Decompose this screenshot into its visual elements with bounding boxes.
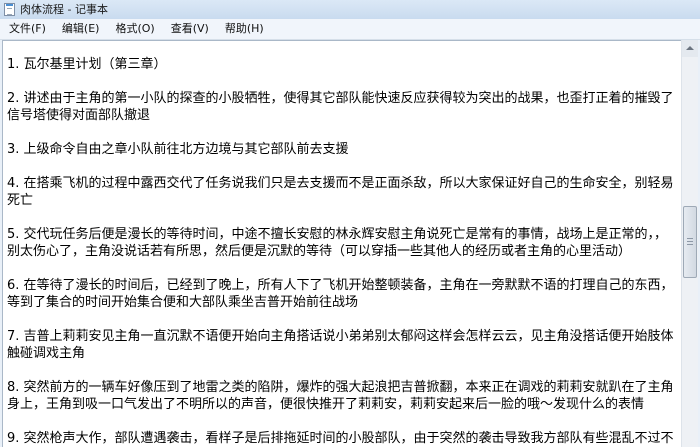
paragraph: 1. 瓦尔基里计划（第三章） [7,57,167,72]
paragraph: 7. 吉普上莉莉安见主角一直沉默不语便开始向主角搭话说小弟弟别太郁闷这样会怎样云… [7,329,674,361]
notepad-app-icon[interactable] [4,3,15,16]
text-editor-area[interactable]: 1. 瓦尔基里计划（第三章） 2. 讲述由于主角的第一小队的探查的小股牺牲，使得… [2,40,681,447]
title-bar[interactable]: 肉体流程 - 记事本 [0,0,700,20]
menu-help[interactable]: 帮助(H) [219,20,270,38]
menu-format[interactable]: 格式(O) [109,20,160,38]
grip-line [687,244,693,245]
document-text: 1. 瓦尔基里计划（第三章） 2. 讲述由于主角的第一小队的探查的小股牺牲，使得… [7,41,679,447]
scroll-thumb[interactable] [683,206,697,278]
paragraph: 3. 上级命令自由之章小队前往北方边境与其它部队前去支援 [7,142,349,157]
scroll-up-button[interactable] [682,40,698,57]
notepad-window: 肉体流程 - 记事本 文件(F) 编辑(E) 格式(O) 查看(V) 帮助(H)… [0,0,700,447]
paragraph: 2. 讲述由于主角的第一小队的探查的小股牺牲，使得其它部队能快速反应获得较为突出… [7,91,674,123]
chevron-up-icon [686,46,694,50]
grip-line [687,238,693,239]
vertical-scrollbar[interactable] [681,40,698,447]
paragraph: 4. 在搭乘飞机的过程中露西交代了任务说我们只是去支援而不是正面杀敌，所以大家保… [7,176,674,208]
menu-bar: 文件(F) 编辑(E) 格式(O) 查看(V) 帮助(H) [0,19,700,40]
menu-view[interactable]: 查看(V) [165,20,215,38]
paragraph: 9. 突然枪声大作，部队遭遇袭击，看样子是后排拖延时间的小股部队，由于突然的袭击… [7,431,674,446]
paragraph: 8. 突然前方的一辆车好像压到了地雷之类的陷阱，爆炸的强大起浪把吉普掀翻，本来正… [7,380,674,412]
paragraph: 5. 交代玩任务后便是漫长的等待时间，中途不擅长安慰的林永辉安慰主角说死亡是常有… [7,227,668,259]
grip-line [687,241,693,242]
menu-file[interactable]: 文件(F) [3,20,52,38]
paragraph: 6. 在等待了漫长的时间后，已经到了晚上，所有人下了飞机开始整顿装备，主角在一旁… [7,278,674,310]
menu-edit[interactable]: 编辑(E) [56,20,106,38]
window-title: 肉体流程 - 记事本 [20,3,108,16]
